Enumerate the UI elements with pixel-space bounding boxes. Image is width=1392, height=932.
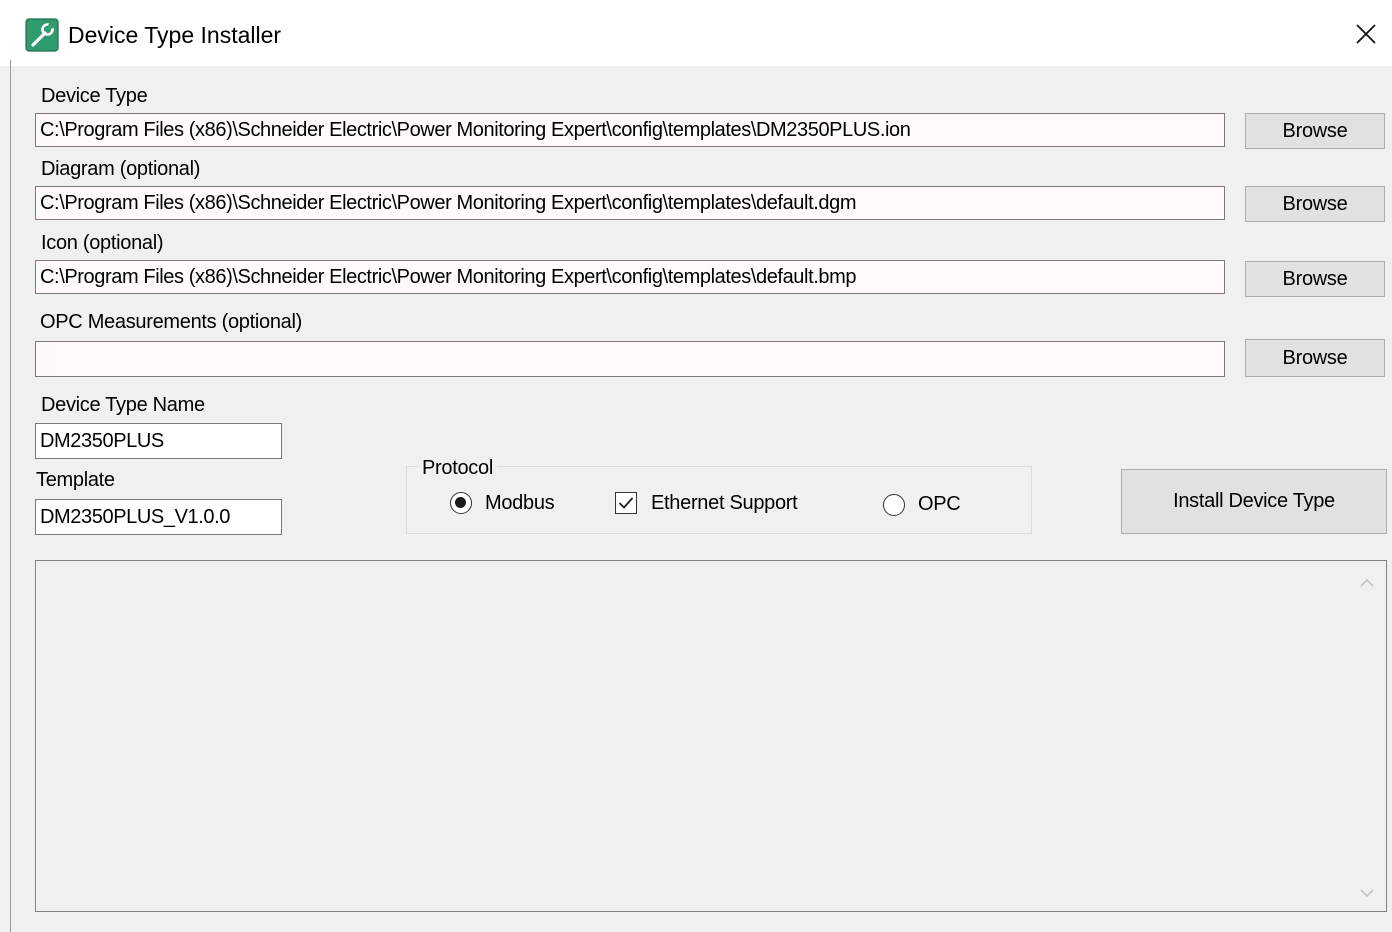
icon-browse-button[interactable]: Browse xyxy=(1245,261,1385,297)
ethernet-support-label[interactable]: Ethernet Support xyxy=(651,491,798,515)
opc-measurements-input[interactable] xyxy=(35,341,1225,377)
checkmark-icon xyxy=(618,497,634,509)
diagram-browse-button[interactable]: Browse xyxy=(1245,186,1385,222)
close-icon xyxy=(1356,24,1376,44)
output-log[interactable] xyxy=(35,560,1387,912)
opc-measurements-label: OPC Measurements (optional) xyxy=(40,311,303,333)
window-title: Device Type Installer xyxy=(68,22,282,48)
scroll-up-arrow-icon[interactable] xyxy=(1356,572,1378,594)
window-left-border xyxy=(10,60,11,932)
radio-selected-dot xyxy=(455,497,466,508)
close-button[interactable] xyxy=(1344,12,1388,56)
scroll-down-arrow-icon[interactable] xyxy=(1356,882,1378,904)
modbus-radio-label[interactable]: Modbus xyxy=(485,491,555,515)
device-type-label: Device Type xyxy=(41,85,148,107)
opc-measurements-browse-button[interactable]: Browse xyxy=(1245,339,1385,377)
template-input[interactable] xyxy=(35,499,282,535)
modbus-radio[interactable] xyxy=(450,492,472,514)
icon-label: Icon (optional) xyxy=(41,232,164,254)
opc-radio-label[interactable]: OPC xyxy=(918,492,961,516)
template-label: Template xyxy=(36,469,115,491)
device-type-browse-button[interactable]: Browse xyxy=(1245,113,1385,149)
install-device-type-button[interactable]: Install Device Type xyxy=(1121,469,1387,534)
icon-path-input[interactable] xyxy=(35,260,1225,294)
diagram-label: Diagram (optional) xyxy=(41,158,201,180)
opc-radio[interactable] xyxy=(883,494,905,516)
ethernet-support-checkbox[interactable] xyxy=(615,492,637,514)
wrench-icon xyxy=(25,18,59,52)
protocol-group-title: Protocol xyxy=(418,456,497,480)
device-type-input[interactable] xyxy=(35,113,1225,147)
device-type-name-label: Device Type Name xyxy=(41,394,205,416)
device-type-name-input[interactable] xyxy=(35,423,282,459)
diagram-input[interactable] xyxy=(35,186,1225,220)
